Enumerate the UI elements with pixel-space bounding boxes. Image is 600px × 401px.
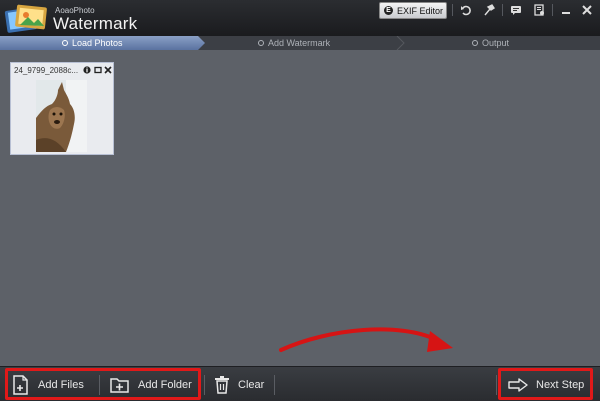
register-icon[interactable] xyxy=(530,2,548,18)
exif-icon: E xyxy=(384,6,393,15)
toolbar-divider xyxy=(274,375,275,395)
clear-label: Clear xyxy=(238,378,265,391)
toolbar-divider xyxy=(496,375,497,395)
step-label: Add Watermark xyxy=(268,38,331,48)
kangaroo-photo xyxy=(36,80,87,152)
exif-editor-button[interactable]: E EXIF Editor xyxy=(379,2,447,19)
step-label: Load Photos xyxy=(72,38,123,48)
trash-icon xyxy=(215,375,229,394)
app-title: Watermark xyxy=(53,14,138,33)
app-logo-icon xyxy=(4,3,50,33)
remove-photo-icon[interactable] xyxy=(104,66,112,74)
highlight-box-next-step xyxy=(498,368,593,400)
feedback-icon[interactable] xyxy=(507,2,525,18)
minimize-icon[interactable] xyxy=(557,2,575,18)
step-label: Output xyxy=(482,38,510,48)
photo-thumbnail[interactable]: 24_9799_2088c... xyxy=(10,62,114,155)
crop-icon[interactable] xyxy=(94,66,102,74)
toolbar-divider xyxy=(204,375,205,395)
step-output[interactable]: Output xyxy=(472,36,509,50)
title-bar: AoaoPhoto Watermark E EXIF Editor xyxy=(0,0,600,36)
info-icon[interactable] xyxy=(83,66,91,74)
annotation-arrow xyxy=(279,327,453,352)
close-icon[interactable] xyxy=(578,2,596,18)
steps-bar: Load Photos Add Watermark Output xyxy=(0,36,600,50)
step-indicator-icon xyxy=(62,40,68,46)
step-indicator-icon xyxy=(258,40,264,46)
titlebar-divider xyxy=(452,4,453,16)
step-indicator-icon xyxy=(472,40,478,46)
clear-button[interactable]: Clear xyxy=(214,367,264,401)
step-separator-icon xyxy=(396,36,405,50)
step-load-photos[interactable]: Load Photos xyxy=(62,36,123,50)
exif-editor-label: EXIF Editor xyxy=(397,5,444,16)
step-add-watermark[interactable]: Add Watermark xyxy=(258,36,330,50)
titlebar-divider xyxy=(502,4,503,16)
highlight-box-add-buttons xyxy=(5,368,201,400)
titlebar-divider xyxy=(552,4,553,16)
photo-filename: 24_9799_2088c... xyxy=(14,66,79,75)
undo-icon[interactable] xyxy=(457,2,475,18)
tools-icon[interactable] xyxy=(480,2,498,18)
